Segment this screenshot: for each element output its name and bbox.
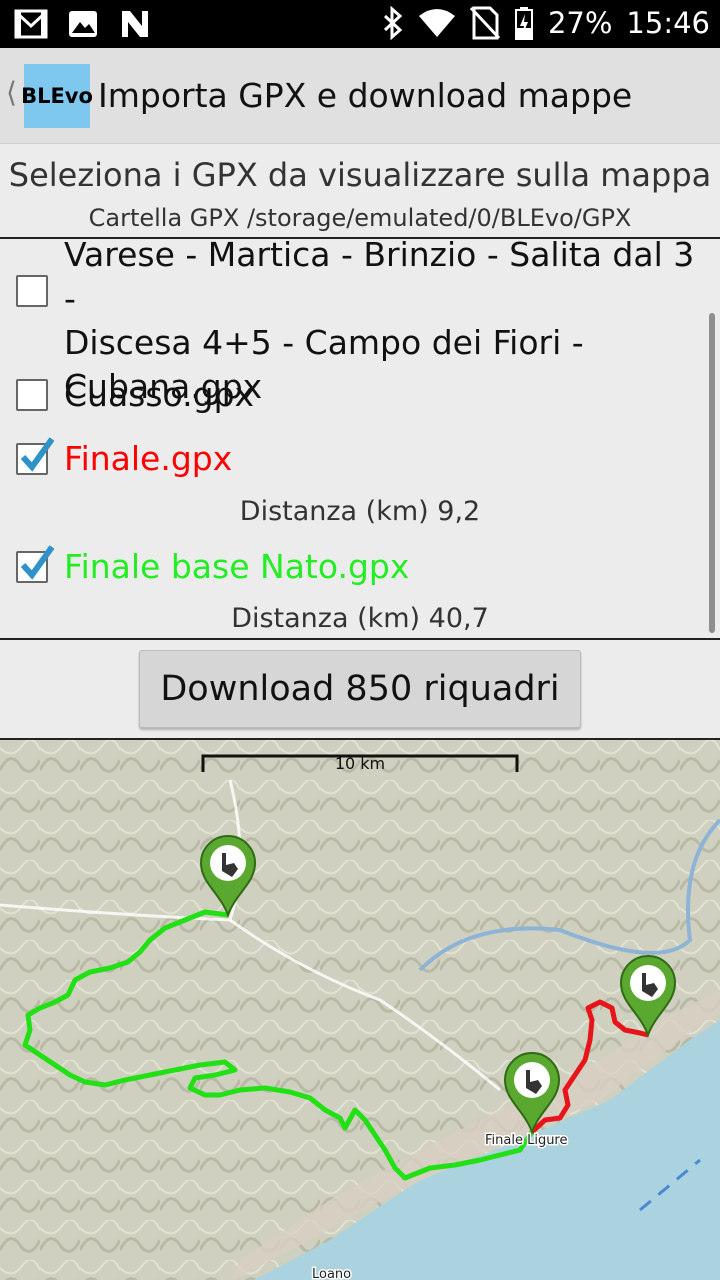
gmail-icon (14, 9, 48, 39)
clock: 15:46 (626, 6, 710, 40)
distance-finale-base-nato: Distanza (km) 40,7 (231, 603, 489, 634)
distance-finale: Distanza (km) 9,2 (239, 496, 481, 527)
scale-label: 10 km (335, 754, 385, 773)
gpx-item-finale[interactable]: Finale.gpx (0, 437, 700, 487)
battery-icon (514, 7, 533, 40)
image-icon (69, 11, 97, 37)
n-icon (122, 11, 148, 37)
battery-percent: 27% (547, 6, 613, 40)
gpx-item-varese[interactable]: Varese - Martica - Brinzio - Salita dal … (0, 237, 700, 406)
place-label-loano: Loano (312, 1267, 351, 1280)
list-scrollbar[interactable] (709, 313, 715, 633)
wifi-icon (418, 9, 455, 37)
page-title: Importa GPX e download mappe (98, 76, 633, 115)
label-line: Varese - Martica - Brinzio - Salita dal … (64, 237, 695, 318)
map-canvas[interactable]: 10 km Finale Ligure Loano (0, 740, 720, 1280)
map-view[interactable]: 10 km Finale Ligure Loano (0, 738, 720, 1280)
label-line: Discesa 4+5 - Campo dei Fiori - (64, 323, 584, 362)
download-bar: Download 850 riquadri (0, 640, 720, 738)
gpx-item-cuasso[interactable]: Cuasso.gpx (0, 373, 700, 423)
app-logo-text: BLEvo (21, 84, 93, 108)
gpx-item-label: Finale.gpx (64, 439, 233, 478)
gpx-item-label: Finale base Nato.gpx (64, 547, 410, 586)
checkbox[interactable] (16, 379, 48, 411)
gpx-folder-path: Cartella GPX /storage/emulated/0/BLEvo/G… (88, 204, 632, 232)
app-logo[interactable]: BLEvo (21, 64, 93, 128)
bluetooth-icon (383, 6, 403, 40)
status-bar: 27% 15:46 (0, 0, 720, 48)
download-tiles-button[interactable]: Download 850 riquadri (139, 650, 581, 728)
check-icon (20, 437, 54, 472)
checkbox-checked[interactable] (16, 437, 54, 475)
back-chevron-icon[interactable]: ⟨ (6, 76, 17, 109)
checkbox-checked[interactable] (16, 545, 54, 583)
no-sim-icon (469, 6, 500, 40)
checkbox[interactable] (16, 275, 48, 307)
app-bar: ⟨ BLEvo Importa GPX e download mappe (0, 48, 720, 144)
gpx-item-finale-base-nato[interactable]: Finale base Nato.gpx (0, 545, 700, 595)
gpx-item-label: Cuasso.gpx (64, 375, 255, 414)
gpx-file-list[interactable]: Varese - Martica - Brinzio - Salita dal … (0, 237, 720, 640)
place-label-finale-ligure: Finale Ligure (485, 1133, 568, 1148)
instructions-text: Seleziona i GPX da visualizzare sulla ma… (8, 156, 712, 194)
check-icon (20, 545, 54, 580)
